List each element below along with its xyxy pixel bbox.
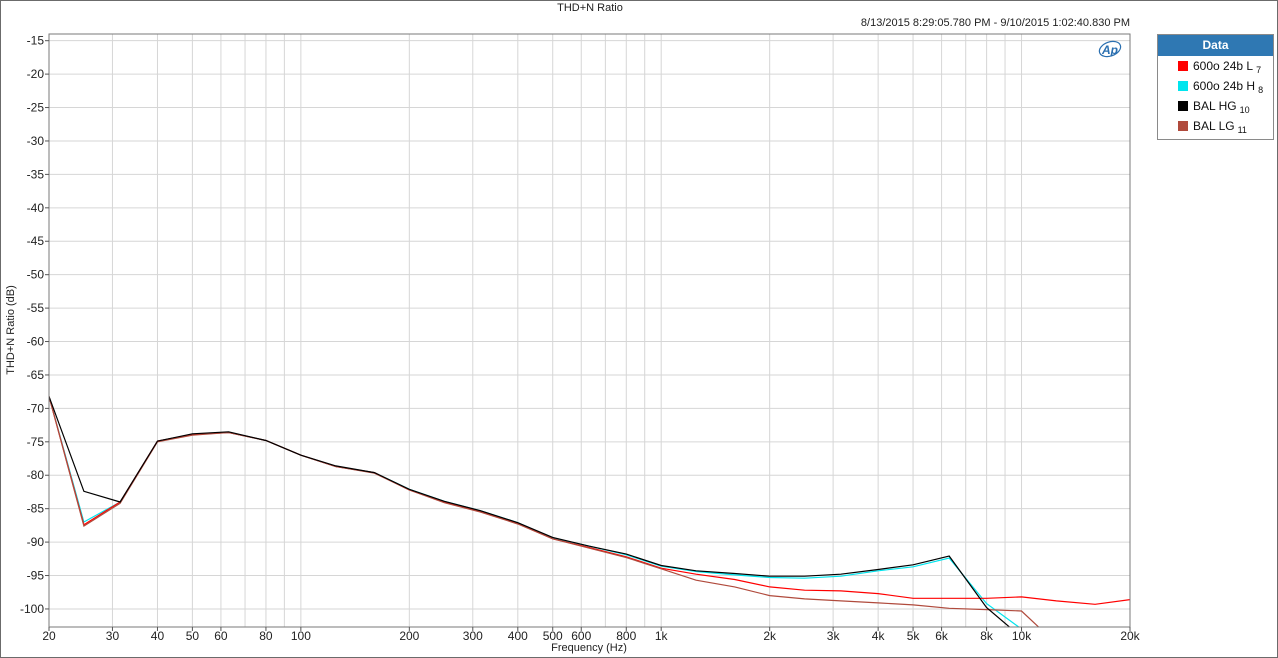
x-tick-label: 6k: [935, 629, 949, 643]
x-tick-label: 20k: [1120, 629, 1140, 643]
y-tick-label: -85: [27, 502, 45, 516]
y-tick-label: -70: [27, 401, 45, 415]
y-tick-label: -45: [27, 234, 45, 248]
x-tick-label: 200: [399, 629, 419, 643]
y-tick-label: -20: [27, 67, 45, 81]
x-tick-label: 80: [259, 629, 273, 643]
legend-sub: 7: [1256, 65, 1262, 75]
legend: Data 600o 24b L 7 600o 24b H 8 BAL HG 10…: [1157, 34, 1274, 140]
x-tick-label: 50: [186, 629, 200, 643]
x-tick-label: 40: [151, 629, 165, 643]
legend-header: Data: [1158, 35, 1273, 56]
legend-swatch: [1178, 121, 1188, 131]
y-tick-label: -90: [27, 535, 45, 549]
series-line-600o-24b-h: [49, 396, 1020, 627]
x-tick-labels: 20 30 40 50 60 80 100 200 300 400 500 600 800 1k 2k 3k 4…: [42, 627, 1141, 643]
series-layer: [49, 396, 1130, 627]
series-line-bal-lg: [49, 396, 1040, 627]
series-line-600o-24b-l: [49, 396, 1130, 605]
x-tick-label: 600: [571, 629, 591, 643]
chart-title: THD+N Ratio: [557, 2, 623, 14]
x-tick-label: 20: [42, 629, 56, 643]
legend-label: BAL HG: [1193, 99, 1237, 113]
y-tick-label: -50: [27, 268, 45, 282]
legend-label: 600o 24b H: [1193, 79, 1256, 93]
y-tick-label: -80: [27, 468, 45, 482]
x-tick-label: 4k: [872, 629, 886, 643]
legend-item-600o-24b-l[interactable]: 600o 24b L 7: [1158, 56, 1273, 76]
legend-item-bal-hg[interactable]: BAL HG 10: [1158, 96, 1273, 116]
legend-swatch: [1178, 101, 1188, 111]
x-tick-label: 3k: [827, 629, 841, 643]
x-axis-label: Frequency (Hz): [551, 642, 627, 654]
legend-item-600o-24b-h[interactable]: 600o 24b H 8: [1158, 76, 1273, 96]
x-tick-label: 8k: [980, 629, 994, 643]
x-tick-label: 10k: [1012, 629, 1032, 643]
thdn-chart: THD+N Ratio 8/13/2015 8:29:05.780 PM - 9…: [5, 2, 1141, 654]
grid-lines: [48, 34, 1131, 627]
y-tick-label: -35: [27, 167, 45, 181]
y-tick-label: -55: [27, 301, 45, 315]
legend-sub: 8: [1258, 85, 1264, 95]
timestamp-range: 8/13/2015 8:29:05.780 PM - 9/10/2015 1:0…: [861, 17, 1130, 29]
ap-logo-text: Ap: [1101, 43, 1118, 57]
x-tick-label: 30: [106, 629, 120, 643]
x-tick-label: 1k: [655, 629, 669, 643]
y-tick-label: -75: [27, 435, 45, 449]
y-tick-label: -65: [27, 368, 45, 382]
legend-swatch: [1178, 61, 1188, 71]
x-tick-label: 500: [543, 629, 563, 643]
legend-label: 600o 24b L: [1193, 59, 1254, 73]
y-tick-label: -15: [27, 34, 45, 48]
x-tick-label: 5k: [907, 629, 921, 643]
y-tick-label: -100: [20, 602, 44, 616]
legend-sub: 10: [1239, 105, 1250, 115]
legend-label: BAL LG: [1193, 119, 1235, 133]
legend-item-bal-lg[interactable]: BAL LG 11: [1158, 116, 1273, 136]
y-tick-label: -30: [27, 134, 45, 148]
y-tick-label: -95: [27, 569, 45, 583]
x-tick-label: 400: [508, 629, 528, 643]
y-tick-label: -25: [27, 101, 45, 115]
y-tick-label: -60: [27, 335, 45, 349]
series-line-bal-hg: [49, 396, 1011, 627]
x-tick-label: 60: [214, 629, 228, 643]
y-tick-labels: -15 -20 -25 -30 -35 -40 -45 -50 -55 -60 -65 -70 -75 -…: [20, 34, 49, 616]
x-tick-label: 800: [616, 629, 636, 643]
y-tick-label: -40: [27, 201, 45, 215]
legend-sub: 11: [1237, 125, 1247, 135]
x-tick-label: 2k: [763, 629, 777, 643]
plot-border: [48, 33, 1131, 628]
x-tick-label: 100: [291, 629, 311, 643]
legend-swatch: [1178, 81, 1188, 91]
ap-logo-icon: Ap: [1098, 40, 1122, 58]
x-tick-label: 300: [463, 629, 483, 643]
y-axis-label: THD+N Ratio (dB): [5, 285, 17, 375]
